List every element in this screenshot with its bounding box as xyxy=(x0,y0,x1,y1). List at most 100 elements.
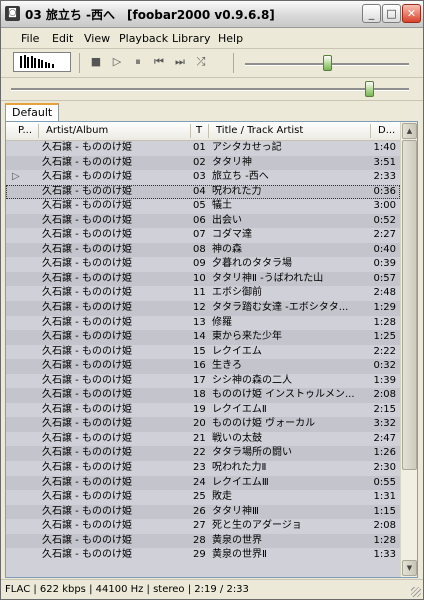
seek-slider[interactable] xyxy=(364,81,374,97)
row-title: 犠土 xyxy=(212,200,232,212)
column-divider[interactable] xyxy=(38,124,39,138)
row-title: 生きろ xyxy=(212,360,242,372)
row-title: 夕暮れのタタラ場 xyxy=(212,258,292,270)
row-title: レクイエム xyxy=(212,345,262,357)
playlist-row[interactable]: 久石譲 - もののけ姫 05 犠土 3:00 xyxy=(6,199,400,214)
menu-edit[interactable]: Edit xyxy=(52,32,73,45)
column-divider[interactable] xyxy=(208,124,209,138)
playlist-row[interactable]: 久石譲 - もののけ姫 26 タタリ神Ⅲ 1:15 xyxy=(6,504,400,520)
column-playing[interactable]: P... xyxy=(18,125,32,136)
row-duration: 3:00 xyxy=(373,200,396,212)
status-text: FLAC | 622 kbps | 44100 Hz | stereo | 2:… xyxy=(5,584,249,595)
playlist-row[interactable]: 久石譲 - もののけ姫 25 敗走 1:31 xyxy=(6,490,400,505)
row-track-number: 02 xyxy=(193,156,206,168)
previous-icon[interactable]: ⏮ xyxy=(152,55,166,69)
row-artist-album: 久石譲 - もののけ姫 xyxy=(42,200,132,212)
row-duration: 1:15 xyxy=(373,505,396,517)
row-duration: 0:36 xyxy=(373,185,396,197)
playlist-row[interactable]: 久石譲 - もののけ姫 13 修羅 1:28 xyxy=(6,316,400,331)
playlist-row[interactable]: 久石譲 - もののけ姫 11 エボシ御前 2:48 xyxy=(6,286,400,301)
maximize-icon[interactable]: □ xyxy=(382,4,401,23)
playlist-row[interactable]: 久石譲 - もののけ姫 12 タタラ踏む女達 -エボシタタ... 1:29 xyxy=(6,301,400,316)
playlist-row[interactable]: 久石譲 - もののけ姫 09 夕暮れのタタラ場 0:39 xyxy=(6,257,400,272)
minimize-icon[interactable]: _ xyxy=(362,4,381,23)
row-duration: 3:51 xyxy=(373,156,396,168)
playlist-row[interactable]: 久石譲 - もののけ姫 04 呪われた力 0:36 xyxy=(6,184,400,200)
playlist-row[interactable]: 久石譲 - もののけ姫 22 タタラ場所の闘い 1:26 xyxy=(6,446,400,462)
spectrum-bar xyxy=(30,56,33,68)
play-icon[interactable]: ▷ xyxy=(110,55,124,69)
playlist-row[interactable]: 久石譲 - もののけ姫 08 神の森 0:40 xyxy=(6,242,400,258)
random-icon[interactable]: ⤮ xyxy=(194,55,208,69)
toolbar-separator xyxy=(233,53,234,73)
row-duration: 2:27 xyxy=(373,229,396,241)
toolbar: ■ ▷ ⏸ ⏮ ⏭ ⤮ xyxy=(1,49,423,78)
row-track-number: 29 xyxy=(193,549,206,561)
column-track[interactable]: T xyxy=(196,125,202,136)
close-icon[interactable]: ✕ xyxy=(402,4,421,23)
menu-help[interactable]: Help xyxy=(218,32,243,45)
volume-slider[interactable] xyxy=(322,55,332,71)
window-title: 03 旅立ち -西へ [foobar2000 v0.9.6.8] xyxy=(25,8,275,22)
menu-view[interactable]: View xyxy=(84,32,110,45)
row-track-number: 05 xyxy=(193,200,206,212)
row-artist-album: 久石譲 - もののけ姫 xyxy=(42,345,132,357)
playlist-row[interactable]: ▷ 久石譲 - もののけ姫 03 旅立ち -西へ 2:33 xyxy=(6,170,400,185)
playlist-row[interactable]: 久石譲 - もののけ姫 21 戦いの太鼓 2:47 xyxy=(6,432,400,447)
row-duration: 0:39 xyxy=(373,258,396,270)
scroll-thumb[interactable] xyxy=(402,140,417,470)
row-track-number: 10 xyxy=(193,272,206,284)
playlist-row[interactable]: 久石譲 - もののけ姫 02 タタリ神 3:51 xyxy=(6,155,400,171)
scroll-down-icon[interactable]: ▼ xyxy=(402,560,417,576)
column-artist[interactable]: Artist/Album xyxy=(46,125,108,136)
row-track-number: 11 xyxy=(193,287,206,299)
menu-file[interactable]: File xyxy=(21,32,39,45)
playlist-row[interactable]: 久石譲 - もののけ姫 06 出会い 0:52 xyxy=(6,213,400,229)
menu-playback[interactable]: Playback xyxy=(119,32,168,45)
title-bar[interactable]: ◙ 03 旅立ち -西へ [foobar2000 v0.9.6.8] _ □ ✕ xyxy=(1,1,423,28)
row-artist-album: 久石譲 - もののけ姫 xyxy=(42,476,132,488)
vertical-scrollbar[interactable]: ▲ ▼ xyxy=(400,122,417,577)
playlist-row[interactable]: 久石譲 - もののけ姫 19 レクイエムⅡ 2:15 xyxy=(6,403,400,418)
column-divider[interactable] xyxy=(370,124,371,138)
playlist-row[interactable]: 久石譲 - もののけ姫 27 死と生のアダージョ 2:08 xyxy=(6,519,400,534)
row-track-number: 17 xyxy=(193,374,206,386)
row-track-number: 25 xyxy=(193,491,206,503)
playlist-row[interactable]: 久石譲 - もののけ姫 23 呪われた力Ⅱ 2:30 xyxy=(6,461,400,476)
pause-icon[interactable]: ⏸ xyxy=(131,55,145,69)
tab-default[interactable]: Default xyxy=(5,103,60,121)
row-title: タタリ神Ⅲ xyxy=(212,505,259,517)
seek-track[interactable] xyxy=(11,88,409,91)
spectrum-bar xyxy=(41,60,43,68)
row-artist-album: 久石譲 - もののけ姫 xyxy=(42,491,132,503)
resize-grip-icon[interactable] xyxy=(411,587,421,597)
foobar-icon[interactable]: ◙ xyxy=(5,6,20,21)
playlist-row[interactable]: 久石譲 - もののけ姫 17 シシ神の森の二人 1:39 xyxy=(6,374,400,389)
row-track-number: 01 xyxy=(193,142,206,153)
column-divider[interactable] xyxy=(190,124,191,138)
playlist-row[interactable]: 久石譲 - もののけ姫 15 レクイエム 2:22 xyxy=(6,345,400,360)
playlist-row[interactable]: 久石譲 - もののけ姫 07 コダマ達 2:27 xyxy=(6,228,400,243)
row-artist-album: 久石譲 - もののけ姫 xyxy=(42,432,132,444)
row-duration: 1:26 xyxy=(373,447,396,459)
menu-library[interactable]: Library xyxy=(172,32,210,45)
stop-icon[interactable]: ■ xyxy=(89,55,103,69)
row-artist-album: 久石譲 - もののけ姫 xyxy=(42,360,132,372)
column-duration[interactable]: D... xyxy=(378,125,395,136)
playlist-row[interactable]: 久石譲 - もののけ姫 16 生きろ 0:32 xyxy=(6,359,400,374)
playlist-row[interactable]: 久石譲 - もののけ姫 28 黄泉の世界 1:28 xyxy=(6,533,400,549)
column-title[interactable]: Title / Track Artist xyxy=(216,125,303,136)
playlist-view[interactable]: P... Artist/Album T Title / Track Artist… xyxy=(5,121,418,578)
scroll-up-icon[interactable]: ▲ xyxy=(402,123,417,139)
playlist-row[interactable]: 久石譲 - もののけ姫 20 もののけ姫 ヴォーカル 3:32 xyxy=(6,417,400,432)
tab-strip: Default xyxy=(1,101,423,121)
playlist-row[interactable]: 久石譲 - もののけ姫 10 タタリ神Ⅱ -うばわれた山 0:57 xyxy=(6,271,400,287)
status-bar: FLAC | 622 kbps | 44100 Hz | stereo | 2:… xyxy=(1,579,423,599)
next-icon[interactable]: ⏭ xyxy=(173,55,187,69)
playlist-row[interactable]: 久石譲 - もののけ姫 24 レクイエムⅢ 0:55 xyxy=(6,475,400,491)
row-track-number: 14 xyxy=(193,331,206,343)
playlist-row[interactable]: 久石譲 - もののけ姫 14 東から来た少年 1:25 xyxy=(6,330,400,345)
playlist-row[interactable]: 久石譲 - もののけ姫 18 もののけ姫 インストゥルメン... 2:08 xyxy=(6,388,400,403)
playlist-row[interactable]: 久石譲 - もののけ姫 01 アシタカせっ記 1:40 xyxy=(6,141,400,156)
playlist-row[interactable]: 久石譲 - もののけ姫 29 黄泉の世界Ⅱ 1:33 xyxy=(6,548,400,563)
